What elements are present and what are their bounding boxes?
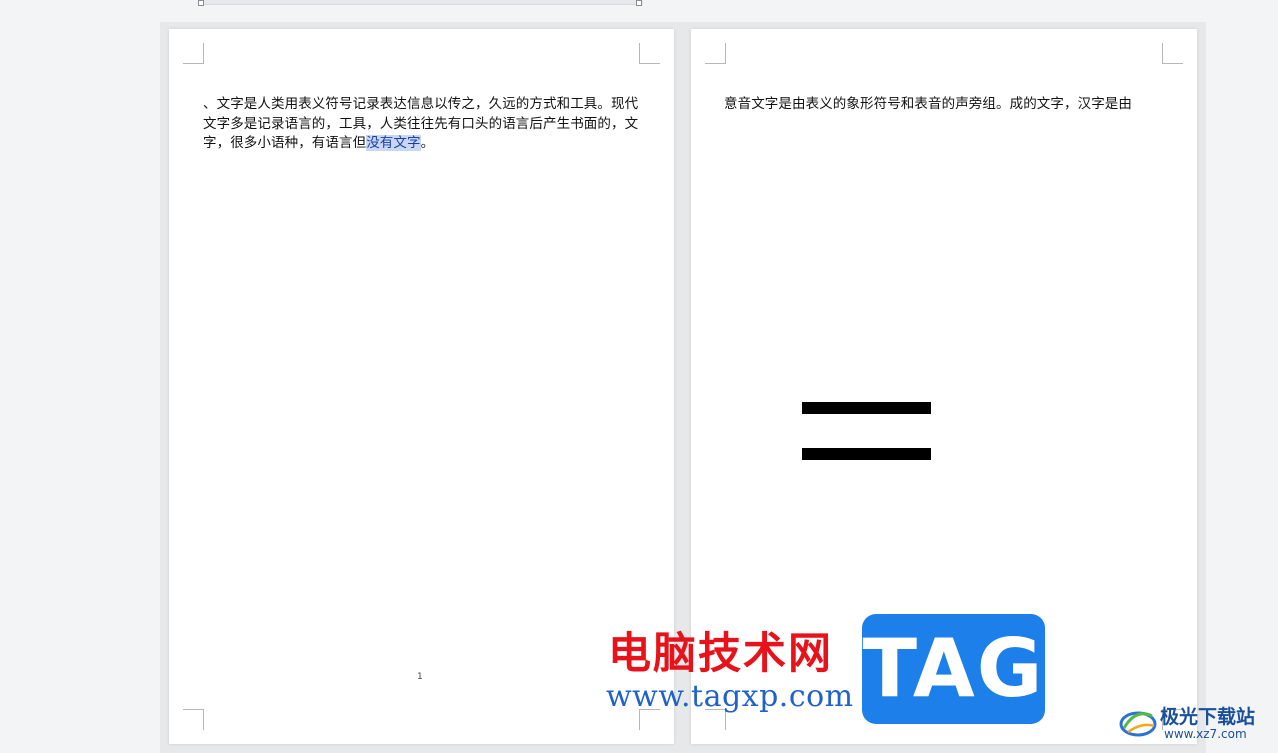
page-1-paragraph[interactable]: 、文字是人类用表义符号记录表达信息以传之，久远的方式和工具。现代文字多是记录语言… [203,95,643,154]
corner-watermark: 极光下载站 www.xz7.com [1118,700,1278,753]
aurora-logo-icon [1119,711,1157,737]
horizontal-ruler[interactable] [198,0,643,5]
watermark-corner-name: 极光下载站 [1160,706,1256,728]
page-number: 1 [417,672,423,682]
margin-corner-bottom-left [183,709,204,730]
equals-sign-shape[interactable] [802,400,931,462]
equals-shape-bottom-bar [802,448,931,460]
margin-corner-top-right [1162,43,1183,64]
equals-shape-top-bar [802,402,931,414]
tag-logo: TAG [862,614,1045,724]
watermark-corner-url: www.xz7.com [1164,727,1247,741]
left-indent-marker[interactable] [198,0,204,6]
right-indent-marker[interactable] [636,0,642,6]
site-watermark: 电脑技术网 www.tagxp.com [598,613,860,723]
watermark-site-name: 电脑技术网 [608,629,833,679]
margin-corner-top-left [183,43,204,64]
page-2-paragraph[interactable]: 意音文字是由表义的象形符号和表音的声旁组。成的文字，汉字是由 [724,95,1169,115]
paragraph-text-end[interactable]: 。 [421,135,435,151]
margin-corner-top-right [639,43,660,64]
document-canvas: 、文字是人类用表义符号记录表达信息以传之，久远的方式和工具。现代文字多是记录语言… [0,0,1278,753]
watermark-site-url: www.tagxp.com [606,679,854,714]
margin-corner-top-left [705,43,726,64]
selected-text[interactable]: 没有文字 [366,135,421,151]
